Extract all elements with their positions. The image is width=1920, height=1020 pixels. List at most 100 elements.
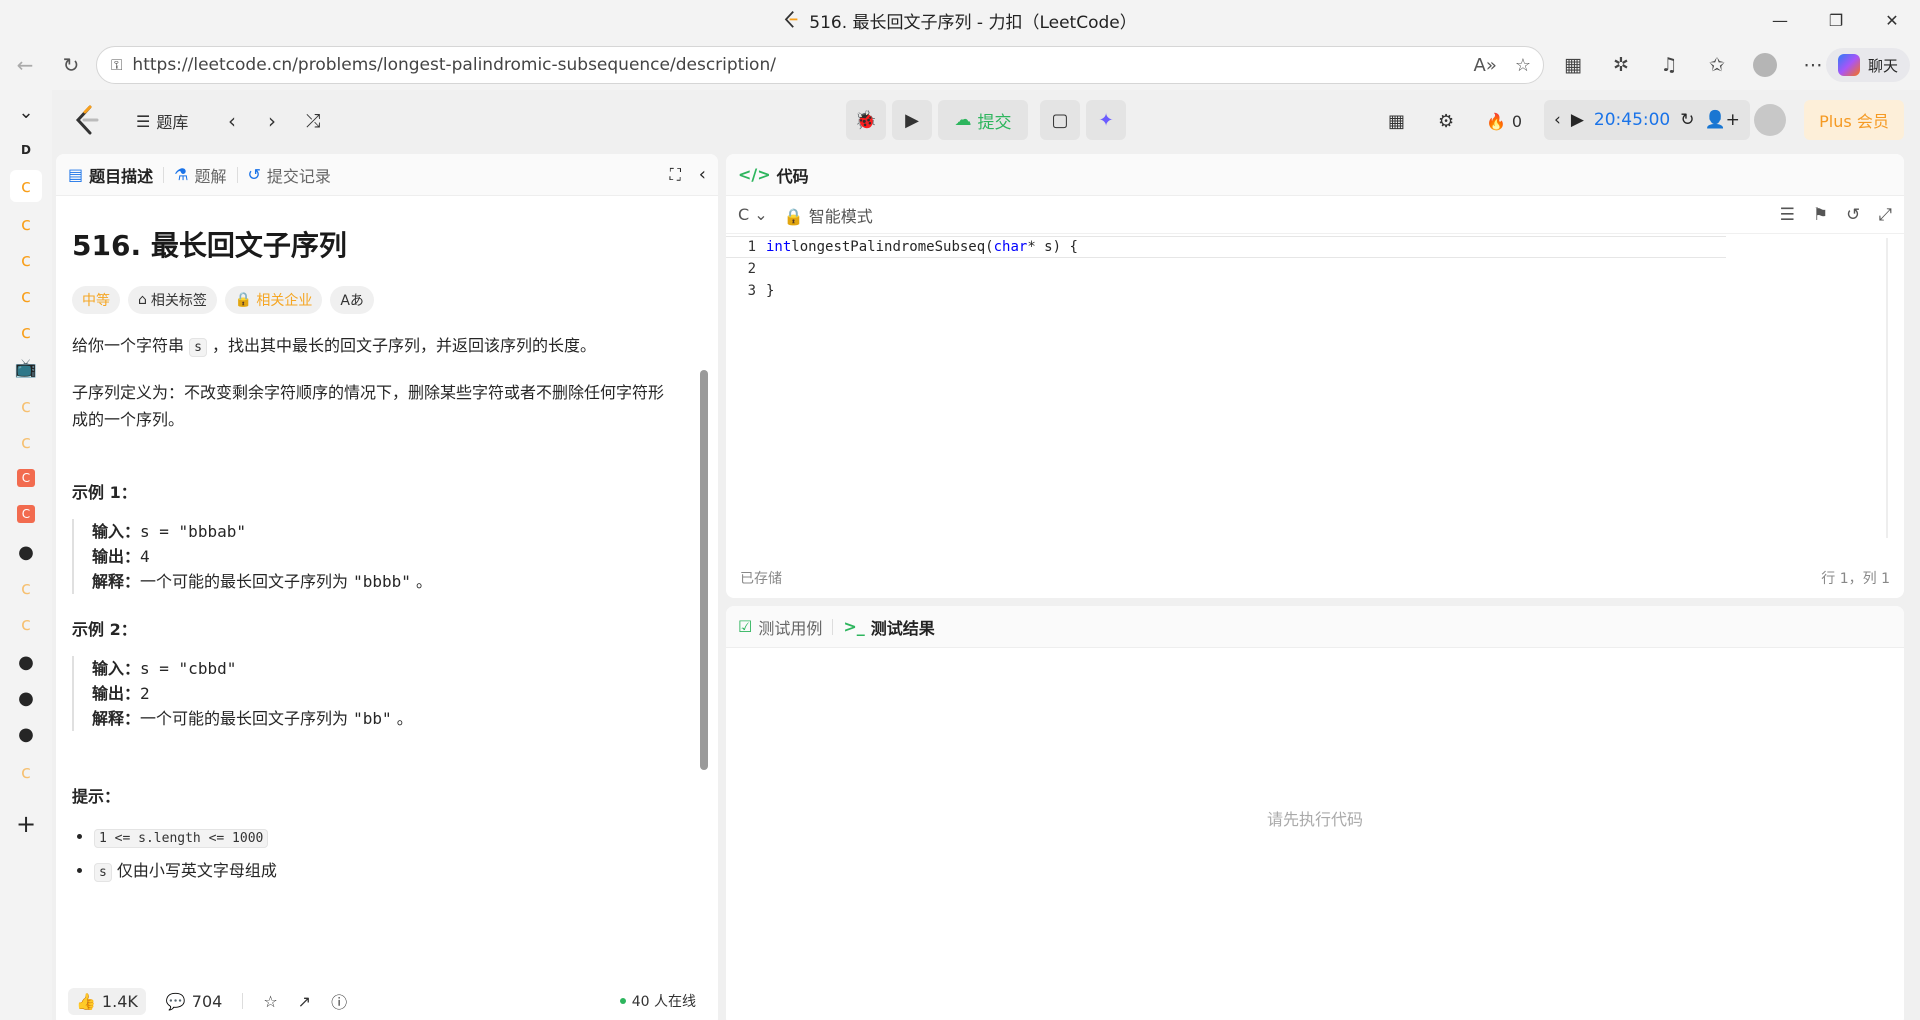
expand-editor-icon[interactable]: ⤢ bbox=[1878, 205, 1892, 225]
extensions-icon[interactable]: ✲ bbox=[1604, 48, 1638, 82]
back-icon[interactable]: ← bbox=[8, 48, 42, 82]
timer-reset-icon[interactable]: ↻ bbox=[1680, 110, 1694, 130]
leetcode-logo-icon bbox=[785, 10, 798, 28]
tab-test-results[interactable]: >_ 测试结果 bbox=[843, 615, 934, 639]
streak-button[interactable]: 🔥 0 bbox=[1486, 106, 1522, 136]
copilot-chat-button[interactable]: 聊天 bbox=[1825, 48, 1910, 82]
collapse-tabs-icon[interactable]: ⌄ bbox=[10, 96, 42, 128]
problem-bank-label: 题库 bbox=[156, 113, 189, 132]
related-tags-button[interactable]: ⌂ 相关标签 bbox=[128, 286, 217, 314]
debug-button[interactable]: 🐞 bbox=[846, 100, 886, 140]
tab-leetcode-active-icon[interactable]: ⅽ bbox=[10, 170, 42, 202]
user-avatar[interactable] bbox=[1754, 104, 1786, 136]
tab-solutions[interactable]: ⚗ 题解 bbox=[174, 163, 226, 187]
tab-leetcode-icon[interactable]: ⅽ bbox=[10, 608, 42, 640]
thumbs-up-icon: 👍 bbox=[76, 991, 96, 1011]
smart-mode-toggle[interactable]: 🔒 智能模式 bbox=[784, 203, 873, 227]
fullscreen-icon[interactable]: ⛶ bbox=[670, 165, 681, 185]
tab-github-icon[interactable]: ● bbox=[10, 646, 42, 678]
media-icon[interactable]: ♫ bbox=[1652, 48, 1686, 82]
notes-button[interactable]: ▢ bbox=[1040, 100, 1080, 140]
tab-bilibili-icon[interactable]: 📺 bbox=[10, 352, 42, 384]
plus-member-button[interactable]: Plus 会员 bbox=[1804, 100, 1904, 140]
profile-icon[interactable] bbox=[1748, 48, 1782, 82]
timer-widget[interactable]: ‹ ▶ 20:45:00 ↻ 👤+ bbox=[1544, 100, 1750, 140]
favorite-star-icon[interactable]: ☆ bbox=[1515, 55, 1531, 76]
share-icon[interactable]: ↗ bbox=[298, 992, 311, 1011]
tab-csdn-icon[interactable]: C bbox=[17, 505, 35, 523]
inline-code: s bbox=[189, 338, 207, 357]
timer-collapse-icon[interactable]: ‹ bbox=[1554, 110, 1561, 130]
run-button[interactable]: ▶ bbox=[892, 100, 932, 140]
layout-icon[interactable]: ▦ bbox=[1388, 106, 1405, 136]
read-aloud-icon[interactable]: A» bbox=[1474, 55, 1497, 76]
maximize-icon[interactable]: ❐ bbox=[1808, 0, 1864, 40]
add-friend-icon[interactable]: 👤+ bbox=[1705, 110, 1740, 130]
tab-leetcode-icon[interactable]: ⅽ bbox=[10, 426, 42, 458]
translate-button[interactable]: Aあ bbox=[330, 286, 374, 314]
new-tab-icon[interactable]: + bbox=[10, 808, 42, 840]
minimize-icon[interactable]: — bbox=[1752, 0, 1808, 40]
submit-button[interactable]: ☁ 提交 bbox=[938, 100, 1028, 140]
tab-csdn-icon[interactable]: C bbox=[17, 469, 35, 487]
tab-d-icon[interactable]: D bbox=[10, 134, 42, 166]
related-tags-label: 相关标签 bbox=[150, 293, 207, 309]
tab-leetcode-icon[interactable]: ⅽ bbox=[10, 316, 42, 348]
code-panel: </> 代码 C ⌄ 🔒 智能模式 ☰ ⚑ ↺ ⤢ 1 int longestP… bbox=[726, 154, 1904, 598]
code-line[interactable]: 1 int longestPalindromeSubseq(char * s) { bbox=[726, 236, 1726, 258]
tab-leetcode-icon[interactable]: ⅽ bbox=[10, 572, 42, 604]
tab-submissions[interactable]: ↺ 提交记录 bbox=[248, 163, 331, 187]
ai-assistant-button[interactable]: ✦ bbox=[1086, 100, 1126, 140]
collapse-panel-icon[interactable]: ‹ bbox=[699, 164, 706, 185]
problem-tags: 中等 ⌂ 相关标签 🔒 相关企业 Aあ bbox=[72, 286, 664, 314]
favorite-star-icon[interactable]: ☆ bbox=[263, 992, 277, 1011]
code-editor[interactable]: 1 int longestPalindromeSubseq(char * s) {… bbox=[726, 236, 1726, 516]
tab-leetcode-icon[interactable]: ⅽ bbox=[10, 280, 42, 312]
favorites-icon[interactable]: ✩ bbox=[1700, 48, 1734, 82]
more-icon[interactable]: ⋯ bbox=[1796, 48, 1830, 82]
like-button[interactable]: 👍 1.4K bbox=[68, 987, 146, 1015]
help-icon[interactable]: ⓘ bbox=[331, 989, 347, 1013]
code-line[interactable]: 2 bbox=[726, 258, 1726, 280]
tab-leetcode-icon[interactable]: ⅽ bbox=[10, 390, 42, 422]
leetcode-logo-icon[interactable] bbox=[72, 104, 102, 136]
tab-leetcode-icon[interactable]: ⅽ bbox=[10, 244, 42, 276]
address-bar[interactable]: ⚿ https://leetcode.cn/problems/longest-p… bbox=[96, 46, 1544, 84]
next-problem-icon[interactable]: › bbox=[268, 106, 276, 136]
settings-gear-icon[interactable]: ⚙ bbox=[1438, 106, 1454, 136]
tab-code[interactable]: </> 代码 bbox=[738, 163, 809, 187]
empty-results-message: 请先执行代码 bbox=[1266, 810, 1363, 829]
online-dot bbox=[619, 998, 626, 1004]
tab-leetcode-icon[interactable]: ⅽ bbox=[10, 756, 42, 788]
history-icon: ↺ bbox=[247, 165, 261, 184]
site-info-icon[interactable]: ⚿ bbox=[111, 56, 122, 74]
difficulty-badge[interactable]: 中等 bbox=[72, 286, 120, 314]
tab-github-icon[interactable]: ● bbox=[10, 718, 42, 750]
language-select[interactable]: C ⌄ bbox=[738, 205, 768, 224]
prev-problem-icon[interactable]: ‹ bbox=[228, 106, 236, 136]
example-1-block: 输入：s = "bbbab" 输出：4 解释：一个可能的最长回文子序列为 "bb… bbox=[72, 519, 664, 594]
timer-play-icon[interactable]: ▶ bbox=[1571, 110, 1584, 130]
list-icon: ☰ bbox=[136, 111, 151, 131]
comments-button[interactable]: 💬 704 bbox=[166, 992, 222, 1011]
tab-leetcode-icon[interactable]: ⅽ bbox=[10, 208, 42, 240]
tab-github-icon[interactable]: ● bbox=[10, 536, 42, 568]
tab-description[interactable]: ▤ 题目描述 bbox=[68, 163, 153, 187]
tab-github-icon[interactable]: ● bbox=[10, 682, 42, 714]
qr-code-icon[interactable]: ▦ bbox=[1556, 48, 1590, 82]
random-problem-icon[interactable]: ⤮ bbox=[306, 106, 320, 136]
bookmark-icon[interactable]: ⚑ bbox=[1813, 205, 1828, 225]
code-line[interactable]: 3 } bbox=[726, 280, 1726, 302]
window-titlebar: 516. 最长回文子序列 - 力扣（LeetCode） — ❐ ✕ bbox=[0, 0, 1920, 40]
url-text[interactable]: https://leetcode.cn/problems/longest-pal… bbox=[132, 55, 776, 75]
tab-test-cases[interactable]: ☑ 测试用例 bbox=[738, 615, 822, 639]
example-2-block: 输入：s = "cbbd" 输出：2 解释：一个可能的最长回文子序列为 "bb"… bbox=[72, 656, 664, 731]
related-companies-button[interactable]: 🔒 相关企业 bbox=[224, 286, 323, 314]
refresh-icon[interactable]: ↻ bbox=[54, 48, 88, 82]
test-panel-tabs: ☑ 测试用例 >_ 测试结果 bbox=[726, 606, 1904, 648]
problem-bank-link[interactable]: ☰ 题库 bbox=[136, 106, 188, 136]
reset-code-icon[interactable]: ↺ bbox=[1846, 205, 1860, 225]
format-code-icon[interactable]: ☰ bbox=[1780, 205, 1795, 225]
close-icon[interactable]: ✕ bbox=[1864, 0, 1920, 40]
description-scrollbar[interactable] bbox=[700, 370, 708, 770]
